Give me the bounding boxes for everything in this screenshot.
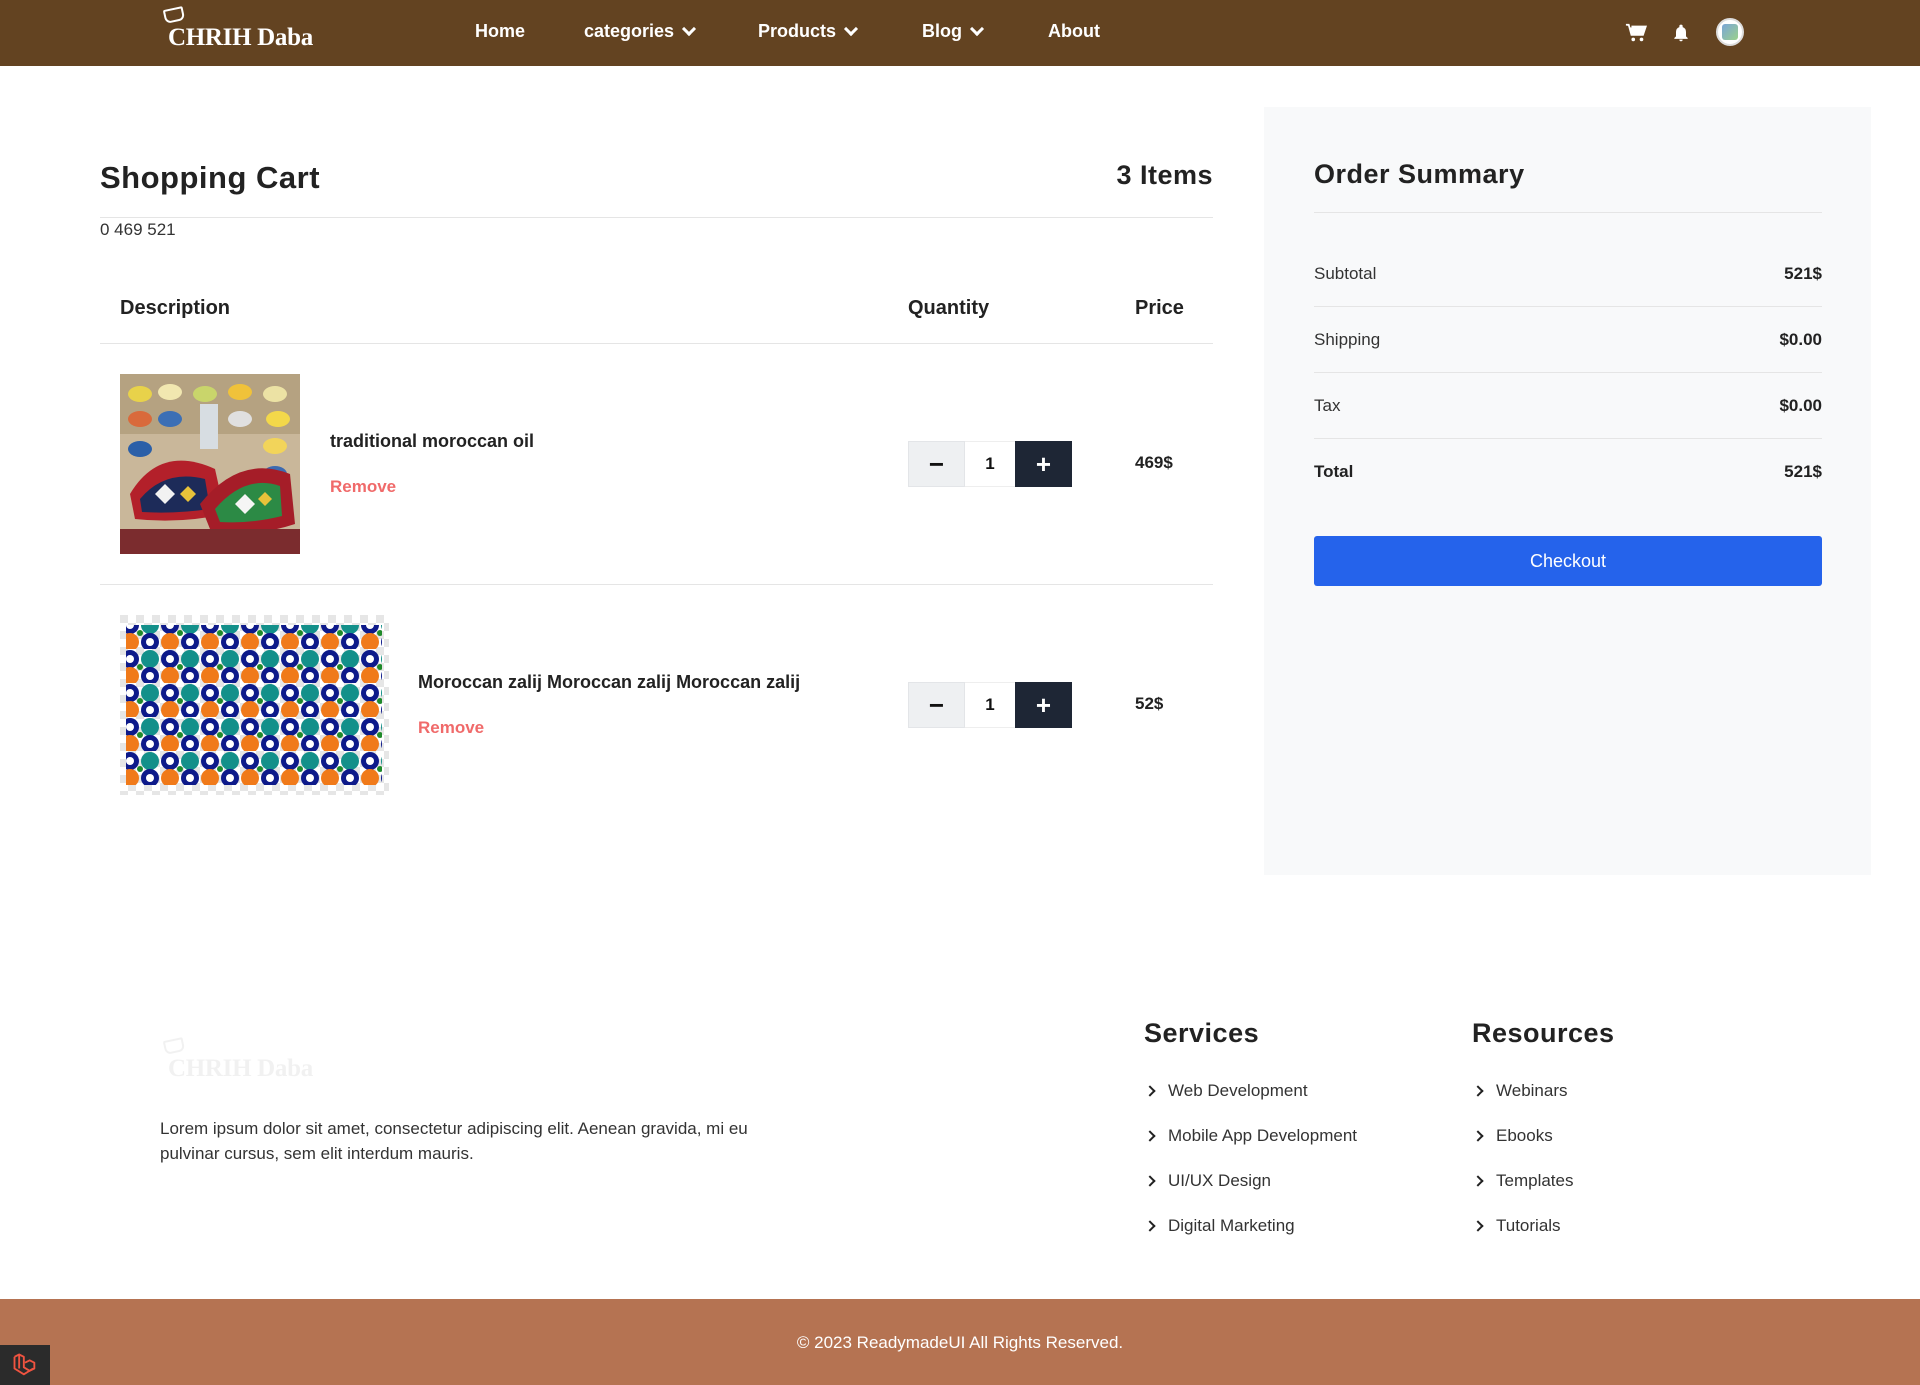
nav-about[interactable]: About — [1048, 21, 1100, 42]
divider — [100, 217, 1213, 218]
decrease-quantity-button[interactable]: − — [908, 682, 965, 728]
shipping-label: Shipping — [1314, 329, 1381, 349]
nav-products-label: Products — [758, 21, 837, 41]
footer-link-ebooks[interactable]: Ebooks — [1472, 1126, 1573, 1171]
nav-categories-label: categories — [584, 21, 675, 41]
services-heading: Services — [1144, 1018, 1260, 1048]
product-image-zellige[interactable] — [120, 615, 389, 795]
product-image-shoes[interactable] — [120, 374, 300, 554]
shipping-value: $0.00 — [1779, 329, 1822, 349]
increase-quantity-button[interactable]: + — [1015, 682, 1072, 728]
tax-label: Tax — [1314, 395, 1341, 415]
nav-home-label: Home — [475, 21, 526, 41]
link-label: Webinars — [1496, 1081, 1568, 1100]
cup-icon — [162, 1037, 186, 1055]
nav-home[interactable]: Home — [475, 21, 525, 42]
nav-about-label: About — [1048, 21, 1100, 41]
summary-title: Order Summary — [1314, 159, 1525, 189]
decrease-quantity-button[interactable]: − — [908, 441, 965, 487]
services-list: Web Development Mobile App Development U… — [1144, 1081, 1358, 1261]
footer-link-webinars[interactable]: Webinars — [1472, 1081, 1573, 1126]
total-label: Total — [1314, 462, 1354, 481]
chevron-right-icon — [1472, 1175, 1484, 1187]
laravel-icon[interactable] — [0, 1345, 50, 1385]
avatar-image — [1722, 24, 1738, 40]
footer-link-templates[interactable]: Templates — [1472, 1171, 1574, 1216]
footer-link-tutorials[interactable]: Tutorials — [1472, 1216, 1573, 1261]
remove-button[interactable]: Remove — [418, 718, 484, 738]
footer-link-digital-marketing[interactable]: Digital Marketing — [1144, 1216, 1357, 1261]
summary-row-tax: Tax $0.00 — [1314, 373, 1822, 439]
footer-brand-name: CHRIH Daba — [168, 1055, 313, 1082]
cart-icon[interactable] — [1625, 22, 1647, 44]
divider — [100, 584, 1213, 585]
order-summary: Order Summary Subtotal 521$ Shipping $0.… — [1264, 107, 1871, 875]
link-label: Web Development — [1168, 1081, 1308, 1100]
item-price: 52$ — [1135, 694, 1164, 713]
chevron-down-icon — [969, 21, 985, 36]
avatar[interactable] — [1716, 18, 1744, 46]
page-title: Shopping Cart — [100, 160, 321, 195]
chevron-right-icon — [1144, 1085, 1156, 1097]
chevron-right-icon — [1144, 1130, 1156, 1142]
nav-blog[interactable]: Blog — [922, 21, 985, 42]
column-quantity: Quantity — [908, 297, 990, 319]
subtotal-value: 521$ — [1784, 263, 1822, 283]
footer-link-mobile-app-development[interactable]: Mobile App Development — [1144, 1126, 1358, 1171]
bell-icon[interactable] — [1671, 22, 1693, 44]
chevron-right-icon — [1472, 1220, 1484, 1232]
increase-quantity-button[interactable]: + — [1015, 441, 1072, 487]
checkout-button[interactable]: Checkout — [1314, 536, 1822, 586]
total-value: 521$ — [1784, 462, 1822, 481]
resources-list: Webinars Ebooks Templates Tutorials — [1472, 1081, 1574, 1261]
brand-logo[interactable]: CHRIH Daba — [160, 6, 320, 52]
subtotal-label: Subtotal — [1314, 263, 1377, 283]
link-label: Digital Marketing — [1168, 1216, 1295, 1235]
summary-row-subtotal: Subtotal 521$ — [1314, 241, 1822, 307]
link-label: Mobile App Development — [1168, 1126, 1358, 1145]
divider — [100, 343, 1213, 344]
cup-icon — [162, 6, 186, 24]
divider — [1314, 212, 1822, 213]
copyright: © 2023 ReadymadeUI All Rights Reserved. — [796, 1333, 1124, 1352]
tax-value: $0.00 — [1779, 395, 1822, 415]
resources-heading: Resources — [1472, 1018, 1615, 1048]
footer-link-web-development[interactable]: Web Development — [1144, 1081, 1357, 1126]
cart-subline: 0 469 521 — [100, 220, 176, 239]
brand-name: CHRIH Daba — [168, 24, 313, 51]
product-name[interactable]: traditional moroccan oil — [330, 431, 534, 452]
column-description: Description — [120, 297, 231, 319]
footer-description: Lorem ipsum dolor sit amet, consectetur … — [160, 1119, 748, 1163]
chevron-right-icon — [1144, 1175, 1156, 1187]
item-count: 3 Items — [1116, 160, 1213, 190]
link-label: Templates — [1496, 1171, 1574, 1190]
chevron-down-icon — [843, 21, 859, 36]
column-price: Price — [1135, 297, 1184, 319]
item-price: 469$ — [1135, 453, 1173, 472]
footer-logo[interactable]: CHRIH Daba — [160, 1037, 320, 1083]
nav-categories[interactable]: categories — [584, 21, 697, 42]
link-label: Tutorials — [1496, 1216, 1561, 1235]
link-label: UI/UX Design — [1168, 1171, 1271, 1190]
remove-button[interactable]: Remove — [330, 477, 396, 497]
summary-row-total: Total 521$ — [1314, 439, 1822, 505]
quantity-stepper: − 1 + — [908, 682, 1072, 728]
quantity-stepper: − 1 + — [908, 441, 1072, 487]
nav-products[interactable]: Products — [758, 21, 859, 42]
chevron-down-icon — [681, 21, 697, 36]
footer-link-ui-ux-design[interactable]: UI/UX Design — [1144, 1171, 1357, 1216]
product-name[interactable]: Moroccan zalij Moroccan zalij Moroccan z… — [418, 672, 800, 693]
quantity-value[interactable]: 1 — [965, 682, 1015, 728]
link-label: Ebooks — [1496, 1126, 1553, 1145]
summary-row-shipping: Shipping $0.00 — [1314, 307, 1822, 373]
navbar: CHRIH Daba Home categories Products Blog… — [0, 0, 1920, 66]
chevron-right-icon — [1472, 1085, 1484, 1097]
nav-blog-label: Blog — [922, 21, 962, 41]
chevron-right-icon — [1472, 1130, 1484, 1142]
chevron-right-icon — [1144, 1220, 1156, 1232]
quantity-value[interactable]: 1 — [965, 441, 1015, 487]
